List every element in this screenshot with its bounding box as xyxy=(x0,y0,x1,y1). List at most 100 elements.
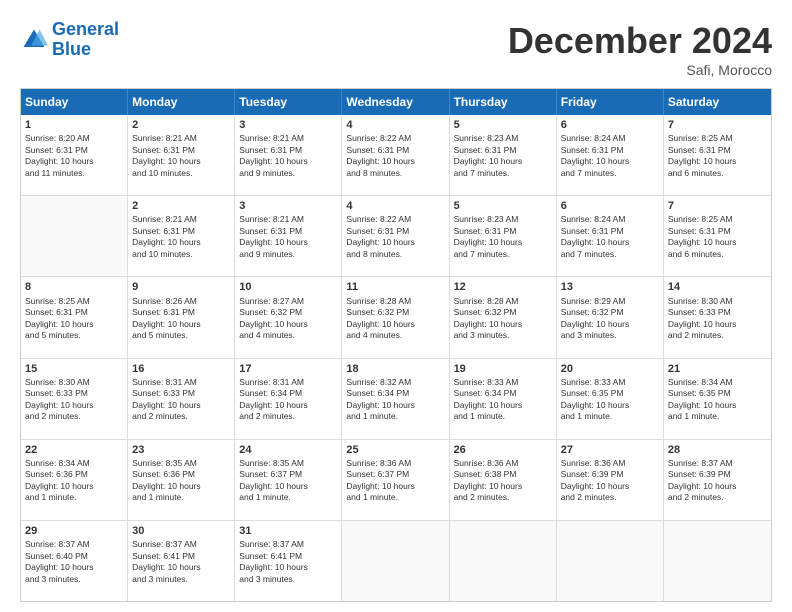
calendar-cell: 17Sunrise: 8:31 AM Sunset: 6:34 PM Dayli… xyxy=(235,359,342,439)
calendar: Sunday Monday Tuesday Wednesday Thursday… xyxy=(20,88,772,602)
calendar-cell xyxy=(557,521,664,601)
calendar-cell: 10 Sunrise: 8:27 AM Sunset: 6:32 PM Dayli… xyxy=(235,277,342,357)
day-info: Sunrise: 8:22 AM Sunset: 6:31 PM Dayligh… xyxy=(346,214,444,260)
day-number: 18 xyxy=(346,362,444,376)
calendar-row: 8Sunrise: 8:25 AM Sunset: 6:31 PM Daylig… xyxy=(21,277,771,358)
day-info: Sunrise: 8:36 AM Sunset: 6:38 PM Dayligh… xyxy=(454,458,552,504)
calendar-cell: 19Sunrise: 8:33 AM Sunset: 6:34 PM Dayli… xyxy=(450,359,557,439)
header-wednesday: Wednesday xyxy=(342,89,449,115)
calendar-row: 1Sunrise: 8:20 AM Sunset: 6:31 PM Daylig… xyxy=(21,115,771,196)
day-number: 31 xyxy=(239,524,337,538)
calendar-cell xyxy=(664,521,771,601)
calendar-cell: 11Sunrise: 8:28 AM Sunset: 6:32 PM Dayli… xyxy=(342,277,449,357)
calendar-cell: 4Sunrise: 8:22 AM Sunset: 6:31 PM Daylig… xyxy=(342,115,449,195)
day-info: Sunrise: 8:31 AM Sunset: 6:34 PM Dayligh… xyxy=(239,377,337,423)
logo-icon xyxy=(20,26,48,54)
calendar-cell: 3Sunrise: 8:21 AM Sunset: 6:31 PM Daylig… xyxy=(235,115,342,195)
day-info: Sunrise: 8:27 AM Sunset: 6:32 PM Dayligh… xyxy=(239,296,337,342)
header-thursday: Thursday xyxy=(450,89,557,115)
header-sunday: Sunday xyxy=(21,89,128,115)
calendar-row: 15Sunrise: 8:30 AM Sunset: 6:33 PM Dayli… xyxy=(21,359,771,440)
day-number: 2 xyxy=(132,199,230,213)
day-info: Sunrise: 8:35 AM Sunset: 6:37 PM Dayligh… xyxy=(239,458,337,504)
calendar-cell: 26Sunrise: 8:36 AM Sunset: 6:38 PM Dayli… xyxy=(450,440,557,520)
day-number: 14 xyxy=(668,280,767,294)
day-number: 10 xyxy=(239,280,337,294)
calendar-cell: 16Sunrise: 8:31 AM Sunset: 6:33 PM Dayli… xyxy=(128,359,235,439)
day-number: 21 xyxy=(668,362,767,376)
calendar-cell: 21Sunrise: 8:34 AM Sunset: 6:35 PM Dayli… xyxy=(664,359,771,439)
day-info: Sunrise: 8:25 AM Sunset: 6:31 PM Dayligh… xyxy=(668,133,767,179)
day-info: Sunrise: 8:37 AM Sunset: 6:40 PM Dayligh… xyxy=(25,539,123,585)
calendar-cell: 27Sunrise: 8:36 AM Sunset: 6:39 PM Dayli… xyxy=(557,440,664,520)
calendar-cell: 24Sunrise: 8:35 AM Sunset: 6:37 PM Dayli… xyxy=(235,440,342,520)
calendar-cell: 25Sunrise: 8:36 AM Sunset: 6:37 PM Dayli… xyxy=(342,440,449,520)
day-info: Sunrise: 8:36 AM Sunset: 6:37 PM Dayligh… xyxy=(346,458,444,504)
day-info: Sunrise: 8:21 AM Sunset: 6:31 PM Dayligh… xyxy=(239,133,337,179)
calendar-cell: 3Sunrise: 8:21 AM Sunset: 6:31 PM Daylig… xyxy=(235,196,342,276)
day-info: Sunrise: 8:28 AM Sunset: 6:32 PM Dayligh… xyxy=(346,296,444,342)
subtitle: Safi, Morocco xyxy=(508,62,772,78)
day-info: Sunrise: 8:31 AM Sunset: 6:33 PM Dayligh… xyxy=(132,377,230,423)
calendar-cell: 7Sunrise: 8:25 AM Sunset: 6:31 PM Daylig… xyxy=(664,196,771,276)
calendar-row: 22Sunrise: 8:34 AM Sunset: 6:36 PM Dayli… xyxy=(21,440,771,521)
day-number: 13 xyxy=(561,280,659,294)
calendar-cell: 15Sunrise: 8:30 AM Sunset: 6:33 PM Dayli… xyxy=(21,359,128,439)
day-number: 7 xyxy=(668,199,767,213)
logo-text: General Blue xyxy=(52,20,119,60)
day-number: 4 xyxy=(346,118,444,132)
day-number: 2 xyxy=(132,118,230,132)
day-number: 1 xyxy=(25,118,123,132)
calendar-cell: 2Sunrise: 8:21 AM Sunset: 6:31 PM Daylig… xyxy=(128,115,235,195)
day-number: 19 xyxy=(454,362,552,376)
calendar-cell: 1Sunrise: 8:20 AM Sunset: 6:31 PM Daylig… xyxy=(21,115,128,195)
day-info: Sunrise: 8:32 AM Sunset: 6:34 PM Dayligh… xyxy=(346,377,444,423)
calendar-cell: 22Sunrise: 8:34 AM Sunset: 6:36 PM Dayli… xyxy=(21,440,128,520)
calendar-cell xyxy=(450,521,557,601)
day-number: 5 xyxy=(454,199,552,213)
calendar-cell: 23Sunrise: 8:35 AM Sunset: 6:36 PM Dayli… xyxy=(128,440,235,520)
calendar-cell: 6Sunrise: 8:24 AM Sunset: 6:31 PM Daylig… xyxy=(557,115,664,195)
day-number: 27 xyxy=(561,443,659,457)
day-number: 4 xyxy=(346,199,444,213)
calendar-cell: 5Sunrise: 8:23 AM Sunset: 6:31 PM Daylig… xyxy=(450,196,557,276)
day-info: Sunrise: 8:21 AM Sunset: 6:31 PM Dayligh… xyxy=(132,214,230,260)
header-tuesday: Tuesday xyxy=(235,89,342,115)
calendar-cell: 9Sunrise: 8:26 AM Sunset: 6:31 PM Daylig… xyxy=(128,277,235,357)
calendar-cell: 29Sunrise: 8:37 AM Sunset: 6:40 PM Dayli… xyxy=(21,521,128,601)
day-info: Sunrise: 8:25 AM Sunset: 6:31 PM Dayligh… xyxy=(25,296,123,342)
calendar-cell: 31Sunrise: 8:37 AM Sunset: 6:41 PM Dayli… xyxy=(235,521,342,601)
day-number: 9 xyxy=(132,280,230,294)
day-info: Sunrise: 8:34 AM Sunset: 6:35 PM Dayligh… xyxy=(668,377,767,423)
day-number: 15 xyxy=(25,362,123,376)
day-number: 25 xyxy=(346,443,444,457)
day-info: Sunrise: 8:20 AM Sunset: 6:31 PM Dayligh… xyxy=(25,133,123,179)
calendar-cell: 20Sunrise: 8:33 AM Sunset: 6:35 PM Dayli… xyxy=(557,359,664,439)
calendar-cell: 18Sunrise: 8:32 AM Sunset: 6:34 PM Dayli… xyxy=(342,359,449,439)
day-info: Sunrise: 8:33 AM Sunset: 6:34 PM Dayligh… xyxy=(454,377,552,423)
day-info: Sunrise: 8:36 AM Sunset: 6:39 PM Dayligh… xyxy=(561,458,659,504)
calendar-cell: 14Sunrise: 8:30 AM Sunset: 6:33 PM Dayli… xyxy=(664,277,771,357)
day-info: Sunrise: 8:23 AM Sunset: 6:31 PM Dayligh… xyxy=(454,214,552,260)
calendar-cell: 8Sunrise: 8:25 AM Sunset: 6:31 PM Daylig… xyxy=(21,277,128,357)
day-info: Sunrise: 8:37 AM Sunset: 6:41 PM Dayligh… xyxy=(132,539,230,585)
calendar-cell xyxy=(342,521,449,601)
day-number: 12 xyxy=(454,280,552,294)
day-number: 6 xyxy=(561,118,659,132)
day-info: Sunrise: 8:21 AM Sunset: 6:31 PM Dayligh… xyxy=(132,133,230,179)
day-info: Sunrise: 8:35 AM Sunset: 6:36 PM Dayligh… xyxy=(132,458,230,504)
title-block: December 2024 Safi, Morocco xyxy=(508,20,772,78)
day-number: 22 xyxy=(25,443,123,457)
day-number: 30 xyxy=(132,524,230,538)
day-number: 3 xyxy=(239,118,337,132)
calendar-cell: 7Sunrise: 8:25 AM Sunset: 6:31 PM Daylig… xyxy=(664,115,771,195)
day-info: Sunrise: 8:24 AM Sunset: 6:31 PM Dayligh… xyxy=(561,133,659,179)
day-number: 24 xyxy=(239,443,337,457)
day-info: Sunrise: 8:37 AM Sunset: 6:41 PM Dayligh… xyxy=(239,539,337,585)
day-number: 29 xyxy=(25,524,123,538)
calendar-cell xyxy=(21,196,128,276)
day-number: 5 xyxy=(454,118,552,132)
day-info: Sunrise: 8:22 AM Sunset: 6:31 PM Dayligh… xyxy=(346,133,444,179)
calendar-cell: 28Sunrise: 8:37 AM Sunset: 6:39 PM Dayli… xyxy=(664,440,771,520)
logo: General Blue xyxy=(20,20,119,60)
